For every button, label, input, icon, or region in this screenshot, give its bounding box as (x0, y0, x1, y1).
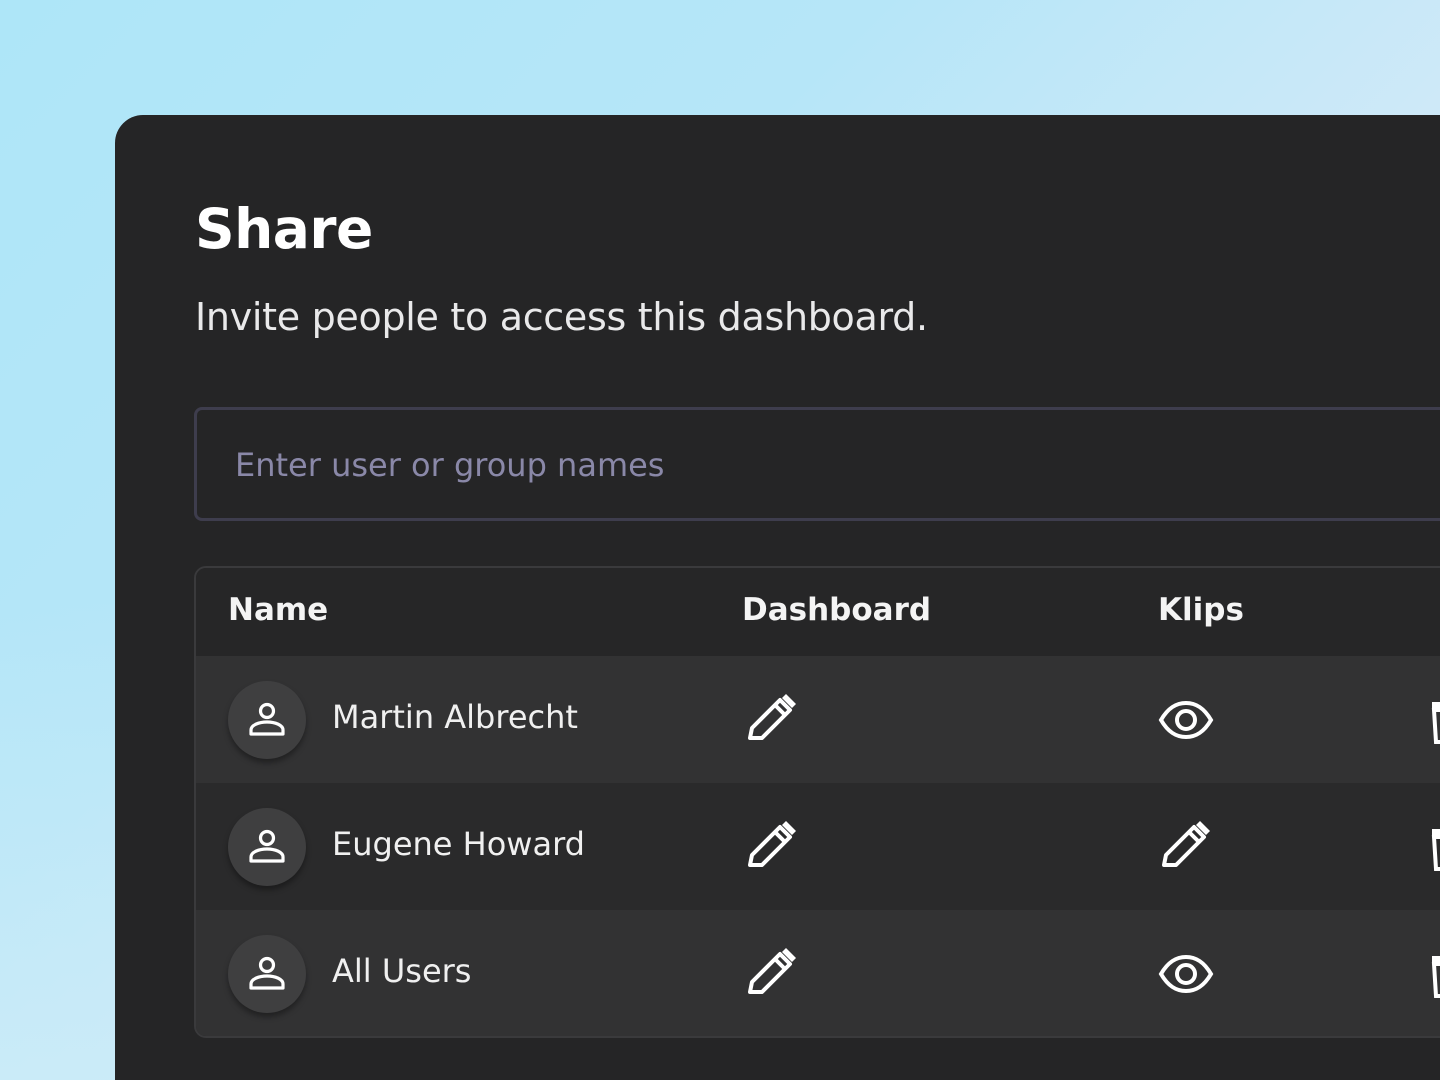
trash-icon (1431, 956, 1440, 998)
eye-icon (1158, 700, 1214, 740)
column-header-name: Name (228, 592, 329, 628)
dialog-title: Share (195, 197, 373, 261)
dashboard-edit-permission-button[interactable] (744, 821, 798, 873)
trash-icon (1431, 829, 1440, 871)
share-dialog: Share Invite people to access this dashb… (115, 115, 1440, 1080)
eye-icon (1158, 954, 1214, 994)
avatar (228, 935, 306, 1013)
user-search-input[interactable] (233, 410, 1337, 520)
search-field-container (194, 407, 1440, 521)
user-icon (249, 702, 285, 736)
table-header: Name Dashboard Klips (196, 568, 1440, 656)
dialog-subtitle: Invite people to access this dashboard. (195, 295, 928, 339)
user-icon (249, 829, 285, 863)
table-row: Eugene Howard (196, 783, 1440, 910)
user-name: Eugene Howard (332, 825, 585, 863)
table-row: All Users (196, 910, 1440, 1036)
background-gradient (0, 600, 120, 1080)
klips-view-permission-button[interactable] (1158, 694, 1214, 746)
pencil-icon (748, 821, 796, 867)
trash-icon (1431, 702, 1440, 744)
klips-edit-permission-button[interactable] (1158, 821, 1212, 873)
column-header-dashboard: Dashboard (742, 592, 932, 628)
permissions-table: Name Dashboard Klips Martin Albrecht Eug… (194, 566, 1440, 1038)
avatar (228, 808, 306, 886)
user-icon (249, 956, 285, 990)
user-name: All Users (332, 952, 472, 990)
remove-user-button[interactable] (1428, 825, 1440, 873)
klips-view-permission-button[interactable] (1158, 948, 1214, 1000)
pencil-icon (748, 948, 796, 994)
remove-user-button[interactable] (1428, 952, 1440, 1000)
avatar (228, 681, 306, 759)
remove-user-button[interactable] (1428, 698, 1440, 746)
user-name: Martin Albrecht (332, 698, 578, 736)
pencil-icon (748, 694, 796, 740)
pencil-icon (1162, 821, 1210, 867)
dashboard-edit-permission-button[interactable] (744, 694, 798, 746)
table-row: Martin Albrecht (196, 656, 1440, 783)
dashboard-edit-permission-button[interactable] (744, 948, 798, 1000)
column-header-klips: Klips (1158, 592, 1244, 628)
